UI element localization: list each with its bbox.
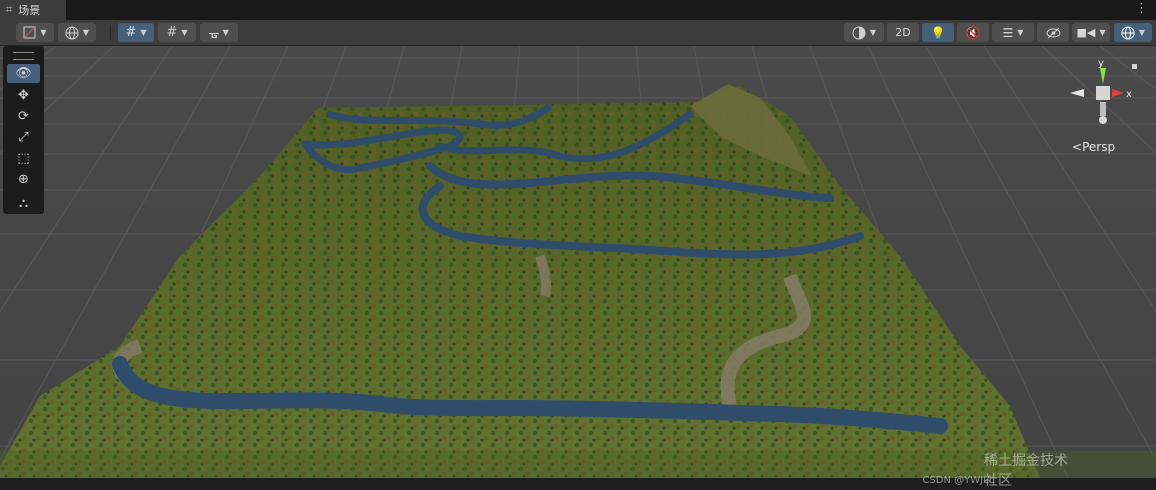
drag-handle-icon[interactable]	[13, 52, 34, 60]
axis-gizmo-icon: y x	[1070, 58, 1137, 124]
effects-dropdown[interactable]: ☰ ▼	[992, 23, 1034, 42]
global-dropdown[interactable]: ▼	[58, 23, 96, 42]
transform-icon: ⊕	[18, 172, 29, 187]
custom-tool-button[interactable]: ⛬	[7, 194, 40, 213]
projection-label: Persp	[1082, 140, 1116, 154]
scale-icon: ⤢	[18, 130, 29, 145]
eye-slash-icon	[1046, 27, 1060, 38]
terrain-scene	[0, 46, 1156, 478]
eye-icon: 👁	[15, 66, 32, 81]
globe-icon	[65, 26, 79, 39]
camera-dropdown[interactable]: ■◀ ▼	[1072, 23, 1110, 42]
move-arrows-icon: ✥	[18, 88, 29, 103]
scale-tool-button[interactable]: ⤢	[7, 128, 40, 147]
increment-snap-dropdown[interactable]: ᚗ ▼	[200, 23, 238, 42]
move-tool-button[interactable]: ✥	[7, 86, 40, 105]
tab-scene[interactable]: ⌗ 场景	[0, 0, 66, 20]
gizmos-dropdown[interactable]: ▼	[1114, 23, 1152, 42]
view-tool-button[interactable]: 👁	[7, 64, 40, 83]
orientation-gizmo[interactable]: y x	[1062, 58, 1142, 128]
grid-snapping-dropdown[interactable]: # ▼	[118, 23, 154, 42]
layers-icon: ☰	[1002, 25, 1014, 40]
lightbulb-icon: 💡	[930, 25, 946, 40]
toggle-2d-button[interactable]: 2D	[887, 23, 919, 42]
lighting-toggle-button[interactable]: 💡	[922, 23, 954, 42]
shading-mode-dropdown[interactable]: ▼	[844, 23, 884, 42]
watermark-small-text: CSDN @YWJLL	[922, 475, 995, 486]
speaker-mute-icon: 🔇	[965, 25, 981, 40]
tool-panel: 👁 ✥ ⟳ ⤢ ⬚ ⊕ ⛬	[3, 46, 44, 214]
tab-scene-label: 场景	[18, 4, 41, 17]
more-options-icon[interactable]: ⋮	[1135, 2, 1148, 16]
draw-mode-icon	[23, 26, 36, 39]
rect-tool-button[interactable]: ⬚	[7, 149, 40, 168]
grid-snap-icon: #	[125, 25, 137, 40]
watermark: 稀土掘金技术社区 CSDN @YWJLL	[922, 450, 1078, 490]
ruler-icon: ᚗ	[209, 25, 219, 40]
gizmo-globe-icon	[1121, 26, 1135, 39]
grid-toggle-icon: #	[166, 25, 178, 40]
projection-toggle[interactable]: <Persp	[1072, 140, 1115, 154]
rect-transform-icon: ⬚	[17, 151, 30, 166]
svg-text:x: x	[1126, 89, 1132, 100]
window-tab-bar: ⌗ 场景 ⋮	[0, 0, 1156, 20]
svg-text:y: y	[1098, 58, 1104, 69]
hidden-objects-toggle[interactable]	[1037, 23, 1069, 42]
draw-mode-dropdown[interactable]: ▼	[16, 23, 54, 42]
audio-toggle-button[interactable]: 🔇	[957, 23, 989, 42]
scene-toolbar: ▼ ▼ # ▼ # ▼ ᚗ ▼ ▼ 2D 💡 🔇 ☰ ▼ ■◀ ▼ ▼	[0, 20, 1156, 46]
grid-visibility-dropdown[interactable]: # ▼	[158, 23, 196, 42]
camera-icon: ■◀	[1076, 26, 1096, 39]
shading-sphere-icon	[852, 26, 866, 39]
custom-tool-icon: ⛬	[18, 196, 29, 211]
rotate-tool-button[interactable]: ⟳	[7, 107, 40, 126]
transform-tool-button[interactable]: ⊕	[7, 170, 40, 189]
rotate-icon: ⟳	[18, 109, 29, 124]
grid-icon: ⌗	[6, 3, 13, 16]
scene-viewport[interactable]	[0, 46, 1156, 478]
watermark-text: 稀土掘金技术社区	[984, 453, 1068, 489]
